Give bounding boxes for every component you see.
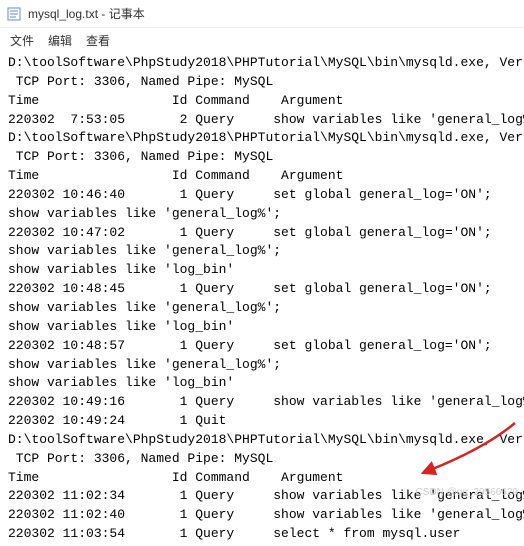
titlebar: mysql_log.txt - 记事本 [0, 0, 524, 28]
menu-view[interactable]: 查看 [86, 32, 110, 49]
menu-file[interactable]: 文件 [10, 32, 34, 49]
notepad-icon [6, 6, 22, 22]
menu-edit[interactable]: 编辑 [48, 32, 72, 49]
menubar: 文件 编辑 查看 [0, 28, 524, 52]
watermark: CSDN @qq_29566629 [416, 487, 518, 498]
text-content[interactable]: D:\toolSoftware\PhpStudy2018\PHPTutorial… [0, 52, 524, 546]
window-title: mysql_log.txt - 记事本 [28, 5, 145, 22]
